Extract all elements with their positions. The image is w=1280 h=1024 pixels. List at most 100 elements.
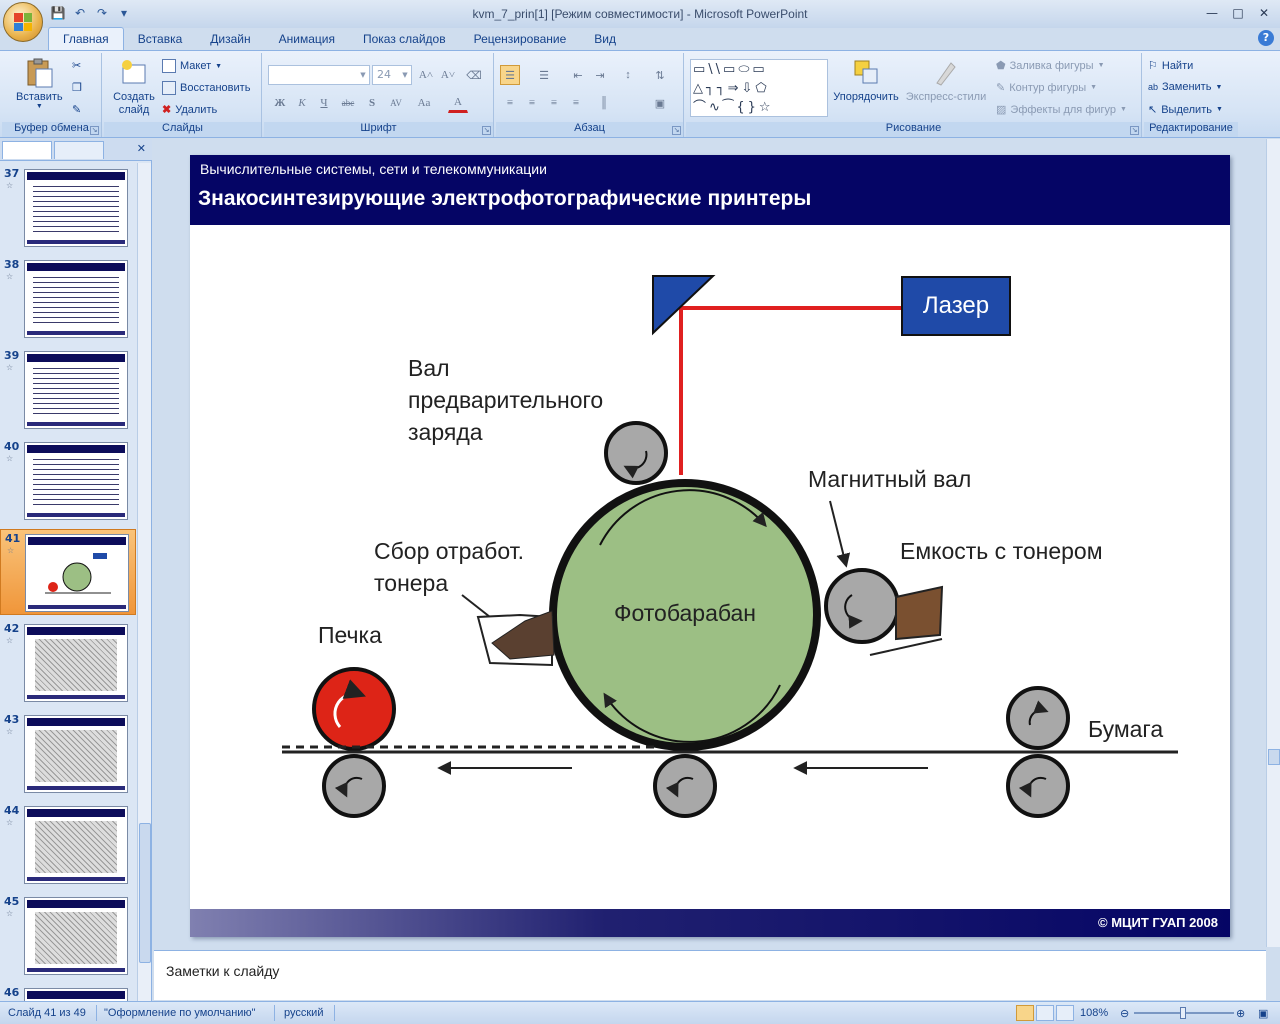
zoom-slider-knob[interactable] [1180, 1007, 1186, 1019]
zoom-in-icon[interactable]: ⊕ [1236, 1007, 1245, 1020]
reset-button[interactable]: Восстановить [162, 81, 250, 95]
slideshow-view-icon[interactable] [1056, 1005, 1074, 1021]
normal-view-icon[interactable] [1016, 1005, 1034, 1021]
window-title: kvm_7_prin[1] [Режим совместимости] - Mi… [472, 7, 808, 21]
text-direction-button[interactable]: ⇅ [650, 65, 670, 85]
tab-view[interactable]: Вид [580, 28, 630, 50]
notes-placeholder[interactable]: Заметки к слайду [166, 963, 279, 979]
tab-slideshow[interactable]: Показ слайдов [349, 28, 460, 50]
dialog-launcher-icon[interactable]: ↘ [90, 126, 99, 135]
find-button[interactable]: ⚐ Найти [1148, 59, 1193, 73]
strikethrough-button[interactable]: abc [338, 93, 358, 113]
close-icon[interactable]: ✕ [1252, 4, 1276, 22]
replace-button[interactable]: ab Заменить ▼ [1148, 81, 1222, 93]
office-button[interactable] [3, 2, 43, 42]
tab-home[interactable]: Главная [48, 27, 124, 50]
sorter-view-icon[interactable] [1036, 1005, 1054, 1021]
decrease-indent-button[interactable]: ⇤ [568, 65, 588, 85]
align-right-button[interactable]: ≡ [544, 93, 564, 113]
paste-button[interactable]: Вставить ▼ [16, 57, 63, 110]
notes-pane[interactable]: Заметки к слайду [154, 950, 1266, 1000]
grow-font-button[interactable]: A˄ [416, 65, 436, 85]
shrink-font-button[interactable]: A˅ [438, 65, 458, 85]
shapes-gallery[interactable]: ▭\\▭⬭▭ △┐┐⇒⇩⬠ ⌒∿⁀{}☆ [690, 59, 828, 117]
select-button[interactable]: ↖ Выделить ▼ [1148, 103, 1223, 117]
slide-thumbnail[interactable]: 42 ☆ [0, 620, 136, 706]
font-size-combo[interactable]: 24 ▼ [372, 65, 412, 85]
increase-indent-button[interactable]: ⇥ [590, 65, 610, 85]
new-slide-button[interactable]: Создать слайд [110, 57, 158, 117]
thumbnail-preview [24, 715, 128, 793]
slide[interactable]: Вычислительные системы, сети и телекомму… [190, 155, 1230, 937]
scrollbar-thumb[interactable] [1268, 749, 1280, 765]
slide-title[interactable]: Знакосинтезирующие электрофотографически… [198, 187, 811, 211]
spacing-button[interactable]: AV [386, 93, 406, 113]
scrollbar-thumb[interactable] [139, 823, 151, 963]
slide-thumbnail[interactable]: 37 ☆ [0, 165, 136, 251]
slide-thumbnail[interactable]: 38 ☆ [0, 256, 136, 342]
slide-thumbnail[interactable]: 46☆ [0, 984, 136, 1001]
help-icon[interactable]: ? [1258, 30, 1274, 46]
align-left-button[interactable]: ≡ [500, 93, 520, 113]
slide-thumbnail[interactable]: 45 ☆ [0, 893, 136, 979]
columns-button[interactable]: ║ [594, 93, 614, 113]
quick-styles-button[interactable]: Экспресс-стили [904, 57, 988, 103]
tab-design[interactable]: Дизайн [196, 28, 264, 50]
clear-format-button[interactable]: ⌫ [464, 65, 484, 85]
slide-thumbnail[interactable]: 43 ☆ [0, 711, 136, 797]
editor-scrollbar[interactable] [1266, 139, 1280, 947]
thumbnail-preview [24, 169, 128, 247]
font-color-button[interactable]: A [448, 93, 468, 113]
paragraph-label: Абзац [496, 122, 683, 137]
slide-number: 40 [4, 440, 20, 453]
italic-button[interactable]: К [292, 93, 312, 113]
maximize-icon[interactable]: □ [1226, 4, 1250, 22]
smartart-button[interactable]: ▣ [650, 93, 670, 113]
justify-button[interactable]: ≡ [566, 93, 586, 113]
close-icon[interactable]: ✕ [137, 142, 146, 155]
layout-button[interactable]: Макет ▼ [162, 59, 222, 73]
tab-slides-icon[interactable] [2, 141, 52, 159]
arrange-button[interactable]: Упорядочить [833, 57, 899, 103]
shape-outline-button[interactable]: ✎ Контур фигуры ▼ [996, 81, 1097, 95]
replace-icon: ab [1148, 82, 1159, 92]
shadow-button[interactable]: S [362, 93, 382, 113]
tab-review[interactable]: Рецензирование [460, 28, 581, 50]
slide-thumbnail[interactable]: 39 ☆ [0, 347, 136, 433]
tab-animation[interactable]: Анимация [265, 28, 349, 50]
copyright[interactable]: © МЦИТ ГУАП 2008 [1098, 915, 1218, 930]
tab-insert[interactable]: Вставка [124, 28, 197, 50]
theme-name[interactable]: "Оформление по умолчанию" [104, 1007, 256, 1019]
bullets-button[interactable]: ☰ [500, 65, 520, 85]
paint-bucket-icon: ⬟ [996, 60, 1006, 72]
shape-fill-button[interactable]: ⬟ Заливка фигуры ▼ [996, 59, 1105, 73]
language[interactable]: русский [284, 1007, 323, 1019]
minimize-icon[interactable]: — [1200, 4, 1224, 22]
dialog-launcher-icon[interactable]: ↘ [482, 126, 491, 135]
line-spacing-button[interactable]: ↕ [618, 65, 638, 85]
underline-button[interactable]: Ч [314, 93, 334, 113]
slide-subtitle[interactable]: Вычислительные системы, сети и телекомму… [200, 161, 547, 177]
align-center-button[interactable]: ≡ [522, 93, 542, 113]
tab-outline-icon[interactable] [54, 141, 104, 159]
slide-thumbnail[interactable]: 44 ☆ [0, 802, 136, 888]
numbering-button[interactable]: ☰ [534, 65, 554, 85]
pane-scrollbar[interactable] [137, 163, 151, 1001]
case-button[interactable]: Aa [414, 93, 434, 113]
slide-thumbnail[interactable]: 41 ☆ [0, 529, 136, 615]
zoom-level[interactable]: 108% [1080, 1007, 1108, 1019]
copy-button[interactable]: ❐ [72, 81, 82, 94]
dialog-launcher-icon[interactable]: ↘ [1130, 126, 1139, 135]
bold-button[interactable]: Ж [270, 93, 290, 113]
slide-thumbnail[interactable]: 40 ☆ [0, 438, 136, 524]
cut-button[interactable]: ✂ [72, 59, 81, 72]
delete-slide-button[interactable]: ✖ Удалить [162, 103, 217, 117]
paste-icon [27, 58, 53, 88]
printer-diagram[interactable]: Лазер Вал предварительного заряда Фотоба… [190, 225, 1230, 909]
shape-effects-button[interactable]: ▨ Эффекты для фигур ▼ [996, 103, 1127, 117]
zoom-out-icon[interactable]: ⊖ [1120, 1007, 1129, 1020]
dialog-launcher-icon[interactable]: ↘ [672, 126, 681, 135]
font-name-combo[interactable]: ▼ [268, 65, 370, 85]
format-painter-button[interactable]: ✎ [72, 103, 81, 116]
fit-window-icon[interactable]: ▣ [1258, 1007, 1268, 1020]
